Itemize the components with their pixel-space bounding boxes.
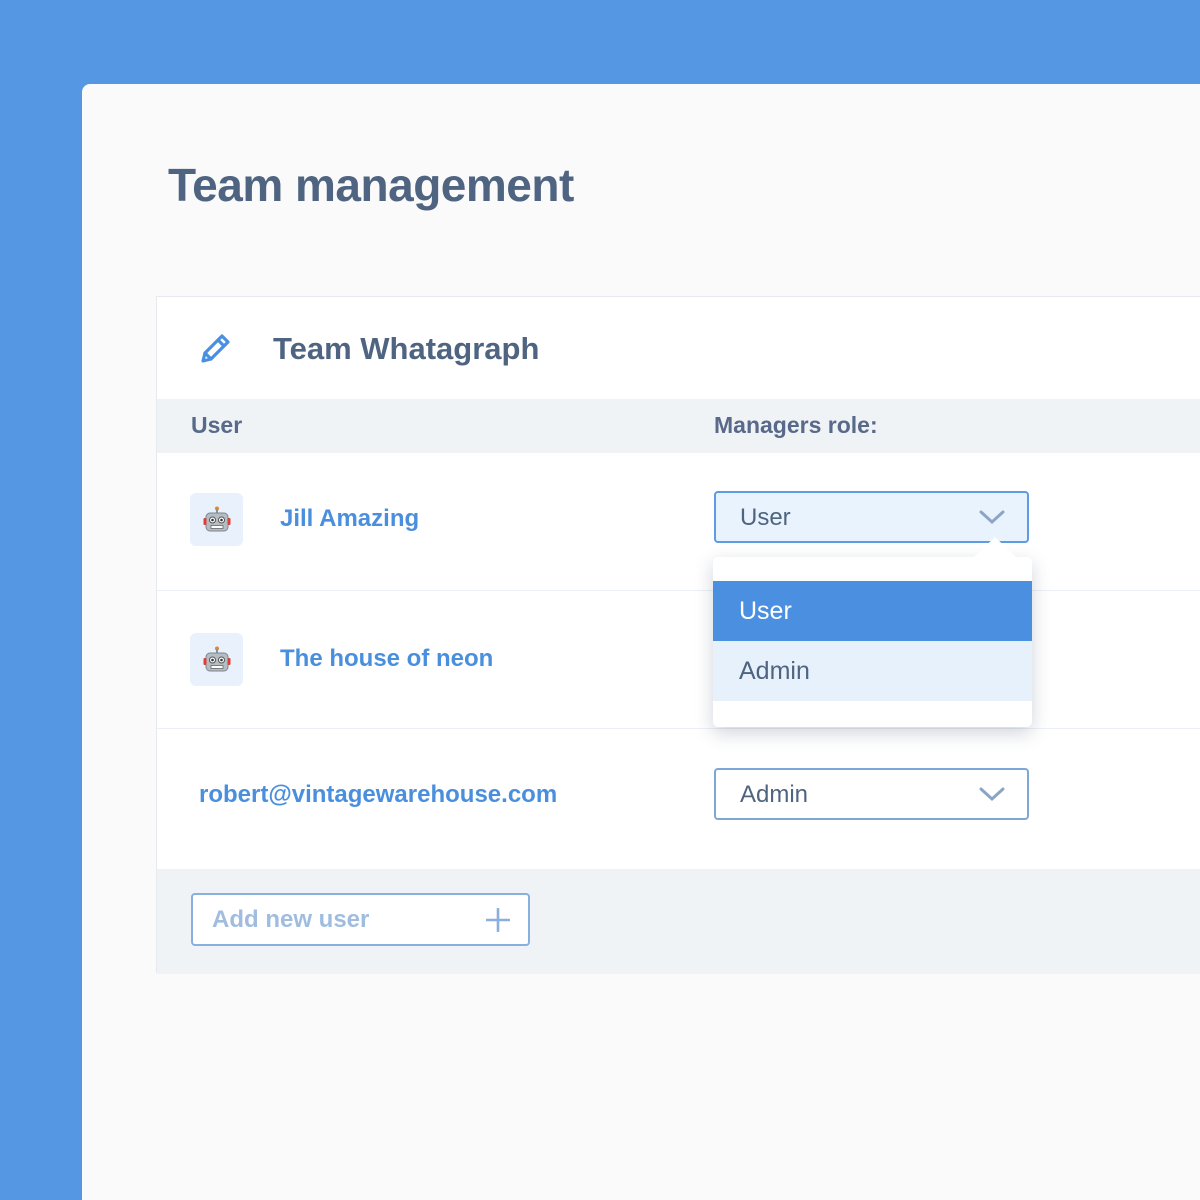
chevron-down-icon	[979, 785, 1005, 803]
role-select[interactable]: User	[714, 491, 1029, 543]
plus-icon	[485, 907, 511, 933]
table-row: robert@vintagewarehouse.com Admin	[157, 729, 1200, 869]
main-panel: Team management Team Whatagraph User Man…	[82, 84, 1200, 1200]
role-dropdown-menu: User Admin	[713, 537, 1032, 727]
team-name: Team Whatagraph	[273, 331, 540, 366]
pencil-icon[interactable]	[195, 329, 235, 369]
page-title: Team management	[168, 159, 574, 211]
avatar	[190, 633, 243, 686]
chevron-down-icon	[979, 508, 1005, 526]
column-header-user: User	[191, 412, 243, 438]
team-card: Team Whatagraph User Managers role: Jill…	[156, 296, 1200, 974]
table-header: User Managers role:	[157, 399, 1200, 453]
add-user-label: Add new user	[212, 906, 370, 933]
user-email-link[interactable]: robert@vintagewarehouse.com	[199, 781, 557, 809]
robot-icon	[203, 646, 230, 671]
robot-icon	[203, 506, 230, 531]
user-name-link[interactable]: Jill Amazing	[280, 505, 419, 533]
user-name-link[interactable]: The house of neon	[280, 645, 493, 673]
dropdown-option-admin[interactable]: Admin	[713, 641, 1032, 701]
table-row: Jill Amazing User	[157, 453, 1200, 591]
add-user-button[interactable]: Add new user	[191, 893, 530, 946]
column-header-role: Managers role:	[714, 412, 878, 438]
avatar	[190, 493, 243, 546]
role-select-value: Admin	[740, 781, 809, 808]
role-select[interactable]: Admin	[714, 768, 1029, 820]
card-footer: Add new user	[157, 869, 1200, 974]
role-select-value: User	[740, 504, 791, 531]
team-header: Team Whatagraph	[157, 297, 1200, 399]
table-row: The house of neon	[157, 591, 1200, 729]
dropdown-arrow	[973, 537, 1017, 558]
dropdown-option-user[interactable]: User	[713, 581, 1032, 641]
